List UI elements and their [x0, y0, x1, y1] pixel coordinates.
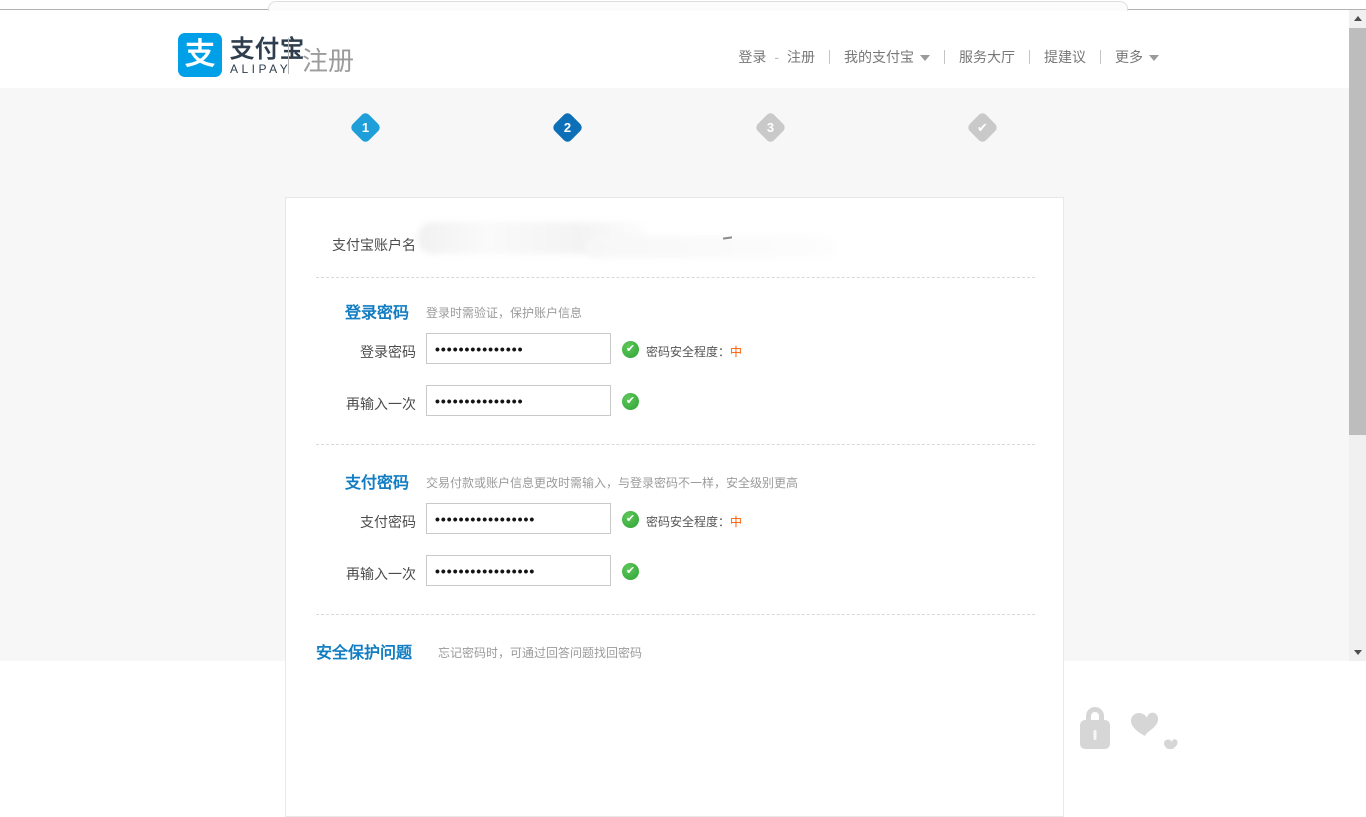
pay-password-strength: 密码安全程度：中: [646, 513, 742, 530]
step-1-marker: 1: [349, 111, 382, 144]
pay-password-section-title: 支付密码: [345, 469, 409, 493]
nav-my-alipay-label: 我的支付宝: [844, 49, 914, 65]
page-title: 注册: [302, 41, 354, 78]
nav-suggestion-link[interactable]: 提建议: [1044, 47, 1086, 67]
security-question-section-desc: 忘记密码时，可通过回答问题找回密码: [438, 644, 642, 661]
brand-name-cn: 支付宝: [230, 37, 305, 63]
valid-check-icon: ✔: [622, 393, 639, 410]
strength-value: 中: [730, 345, 742, 359]
valid-check-icon: ✔: [622, 341, 639, 358]
step-2-marker: 2: [551, 111, 584, 144]
brand-name-en: ALIPAY: [230, 63, 305, 76]
scrollbar[interactable]: [1349, 10, 1366, 661]
strength-label: 密码安全程度：: [646, 515, 730, 529]
login-password-strength: 密码安全程度：中: [646, 343, 742, 360]
nav-dash: -: [774, 49, 779, 65]
login-password-confirm-label: 再输入一次: [286, 394, 416, 414]
nav-login-link[interactable]: 登录: [738, 47, 766, 67]
arrow-down-icon: [1354, 650, 1362, 655]
pay-password-input[interactable]: [426, 503, 611, 534]
chevron-down-icon: [1149, 55, 1159, 61]
nav-divider: [829, 50, 830, 64]
login-password-input[interactable]: [426, 333, 611, 364]
nav-register-link[interactable]: 注册: [787, 47, 815, 67]
nav-more-menu[interactable]: 更多: [1115, 47, 1159, 67]
pay-password-label: 支付密码: [286, 512, 416, 532]
nav-divider: [1100, 50, 1101, 64]
nav-divider: [944, 50, 945, 64]
strength-label: 密码安全程度：: [646, 345, 730, 359]
account-name-redaction: [586, 236, 836, 258]
login-password-section-title: 登录密码: [345, 299, 409, 323]
nav-more-label: 更多: [1115, 49, 1143, 65]
pay-password-confirm-label: 再输入一次: [286, 564, 416, 584]
nav-divider: [1029, 50, 1030, 64]
registration-form-card: 支付宝账户名 登录密码 登录时需验证，保护账户信息 登录密码 ✔ 密码安全程度：…: [285, 197, 1064, 817]
valid-check-icon: ✔: [622, 511, 639, 528]
section-divider: [316, 277, 1035, 278]
account-name-label: 支付宝账户名: [286, 235, 416, 255]
section-divider: [316, 614, 1035, 615]
scrollbar-thumb[interactable]: [1349, 28, 1366, 435]
step-4-marker: ✔: [966, 111, 999, 144]
arrow-up-icon: [1354, 16, 1362, 21]
pay-password-section-desc: 交易付款或账户信息更改时需输入，与登录密码不一样，安全级别更高: [426, 474, 798, 491]
alipay-logo-icon: 支: [178, 33, 222, 77]
browser-top-strip: [0, 0, 1366, 10]
valid-check-icon: ✔: [622, 563, 639, 580]
nav-my-alipay-menu[interactable]: 我的支付宝: [844, 47, 930, 67]
strength-value: 中: [730, 515, 742, 529]
step-4-check-icon: ✔: [971, 116, 994, 139]
scroll-up-button[interactable]: [1349, 10, 1366, 27]
step-3-marker: 3: [754, 111, 787, 144]
step-2-number: 2: [556, 116, 579, 139]
logo-divider: [288, 38, 289, 74]
browser-tab-edge: [268, 1, 1128, 11]
section-divider: [316, 444, 1035, 445]
step-3-number: 3: [759, 116, 782, 139]
login-password-label: 登录密码: [286, 342, 416, 362]
pay-password-confirm-input[interactable]: [426, 555, 611, 586]
top-nav: 登录 - 注册 我的支付宝 服务大厅 提建议 更多: [738, 47, 1159, 67]
scroll-down-button[interactable]: [1349, 644, 1366, 661]
login-password-confirm-input[interactable]: [426, 385, 611, 416]
lock-hearts-decoration-icon: [1072, 706, 1192, 749]
login-password-section-desc: 登录时需验证，保护账户信息: [426, 304, 582, 321]
chevron-down-icon: [920, 55, 930, 61]
security-question-section-title: 安全保护问题: [316, 639, 412, 663]
alipay-brand: 支付宝 ALIPAY: [230, 37, 305, 76]
header: 支 支付宝 ALIPAY 注册 登录 - 注册 我的支付宝 服务大厅 提建议 更…: [0, 11, 1349, 88]
nav-service-hall-link[interactable]: 服务大厅: [959, 47, 1015, 67]
step-1-number: 1: [354, 116, 377, 139]
